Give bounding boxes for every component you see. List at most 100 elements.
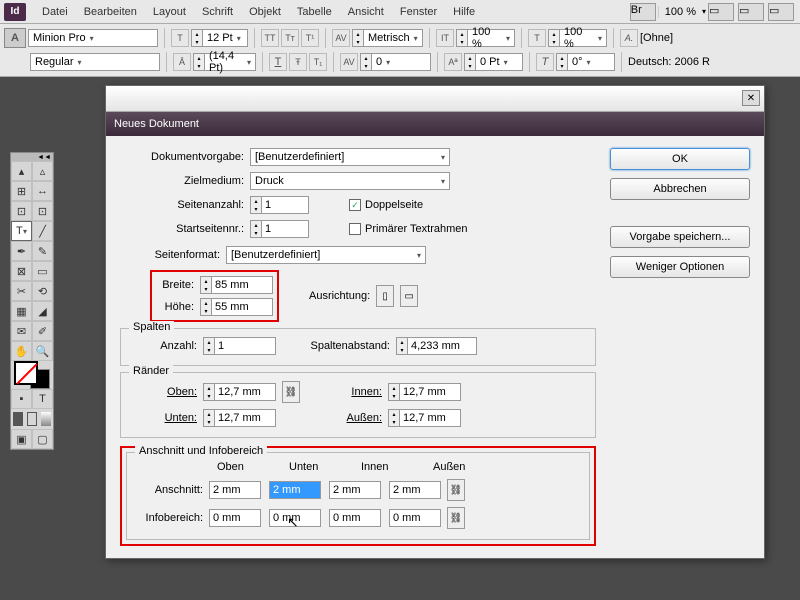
- scissors-tool[interactable]: ✂: [11, 281, 32, 301]
- bridge-button[interactable]: Br: [630, 3, 656, 21]
- slug-outside-input[interactable]: 0 mm: [389, 509, 441, 527]
- hscale-input[interactable]: 100 %: [559, 29, 607, 47]
- slug-inside-input[interactable]: 0 mm: [329, 509, 381, 527]
- apply-color-icon[interactable]: ▪: [11, 389, 32, 409]
- type-tool[interactable]: T: [11, 221, 32, 241]
- zoom-tool[interactable]: 🔍: [32, 341, 53, 361]
- intent-label: Zielmedium:: [120, 175, 250, 187]
- fewer-options-button[interactable]: Weniger Optionen: [610, 256, 750, 278]
- menu-bar: Id Datei Bearbeiten Layout Schrift Objek…: [0, 0, 800, 24]
- fill-stroke-swatch[interactable]: [11, 361, 53, 389]
- gradient-swatch-tool[interactable]: ▦: [11, 301, 32, 321]
- eyedropper-tool[interactable]: ✐: [32, 321, 53, 341]
- vscale-input[interactable]: 100 %: [467, 29, 515, 47]
- height-input[interactable]: 55 mm: [211, 298, 273, 316]
- bleed-top-input[interactable]: 2 mm: [209, 481, 261, 499]
- bleed-bottom-input[interactable]: 2 mm: [269, 481, 321, 499]
- pen-tool[interactable]: ✒: [11, 241, 32, 261]
- startpage-input[interactable]: 1: [261, 220, 309, 238]
- smallcaps-icon[interactable]: Tᴛ: [281, 29, 299, 47]
- cancel-button[interactable]: Abbrechen: [610, 178, 750, 200]
- menu-ansicht[interactable]: Ansicht: [340, 6, 392, 18]
- margin-inside-input[interactable]: 12,7 mm: [399, 383, 461, 401]
- strike-icon[interactable]: Ŧ: [289, 53, 307, 71]
- leading-icon: Ā: [173, 53, 191, 71]
- facing-pages-checkbox[interactable]: ✓: [349, 199, 361, 211]
- subscript-icon[interactable]: T₁: [309, 53, 327, 71]
- screen-mode-preview[interactable]: ▢: [32, 429, 53, 449]
- ok-button[interactable]: OK: [610, 148, 750, 170]
- arrange-icon[interactable]: ▭: [768, 3, 794, 21]
- gradient-feather-tool[interactable]: ◢: [32, 301, 53, 321]
- intent-dropdown[interactable]: Druck: [250, 172, 450, 190]
- gap-tool[interactable]: ↔: [32, 181, 53, 201]
- width-input[interactable]: 85 mm: [211, 276, 273, 294]
- allcaps-icon[interactable]: TT: [261, 29, 279, 47]
- tracking-input[interactable]: 0: [371, 53, 431, 71]
- charstyle-icon: A.: [620, 29, 638, 47]
- screen-mode-normal[interactable]: ▣: [11, 429, 32, 449]
- char-format-icon[interactable]: A: [4, 28, 26, 48]
- screen-mode-icon[interactable]: ▭: [738, 3, 764, 21]
- view-options-icon[interactable]: ▭: [708, 3, 734, 21]
- note-tool[interactable]: ✉: [11, 321, 32, 341]
- font-style-dropdown[interactable]: Regular: [30, 53, 160, 71]
- save-preset-button[interactable]: Vorgabe speichern...: [610, 226, 750, 248]
- margins-link-icon[interactable]: ⛓: [282, 381, 300, 403]
- menu-bearbeiten[interactable]: Bearbeiten: [76, 6, 145, 18]
- pages-input[interactable]: 1: [261, 196, 309, 214]
- close-icon[interactable]: ✕: [742, 90, 760, 106]
- bleed-link-icon[interactable]: ⛓: [447, 479, 465, 501]
- bleed-inside-input[interactable]: 2 mm: [329, 481, 381, 499]
- direct-selection-tool[interactable]: ▵: [32, 161, 53, 181]
- panel-collapse-icon[interactable]: ◄◄: [11, 153, 53, 161]
- colcount-input[interactable]: 1: [214, 337, 276, 355]
- font-family-dropdown[interactable]: Minion Pro: [28, 29, 158, 47]
- menu-fenster[interactable]: Fenster: [392, 6, 445, 18]
- skew-input[interactable]: 0°: [567, 53, 615, 71]
- baseline-icon: Aª: [444, 53, 462, 71]
- margin-outside-input[interactable]: 12,7 mm: [399, 409, 461, 427]
- bleed-outside-input[interactable]: 2 mm: [389, 481, 441, 499]
- margin-top-input[interactable]: 12,7 mm: [214, 383, 276, 401]
- content-placer-tool[interactable]: ⊡: [32, 201, 53, 221]
- primary-textframe-checkbox[interactable]: [349, 223, 361, 235]
- colcount-label: Anzahl:: [131, 340, 203, 352]
- baseline-input[interactable]: 0 Pt: [475, 53, 523, 71]
- pagesize-dropdown[interactable]: [Benutzerdefiniert]: [226, 246, 426, 264]
- menu-hilfe[interactable]: Hilfe: [445, 6, 483, 18]
- free-transform-tool[interactable]: ⟲: [32, 281, 53, 301]
- underline-icon[interactable]: T: [269, 53, 287, 71]
- apply-to-text-icon[interactable]: T: [32, 389, 53, 409]
- charstyle-value: [Ohne]: [640, 32, 673, 44]
- leading-input[interactable]: (14,4 Pt): [204, 53, 256, 71]
- view-mode-buttons[interactable]: [11, 409, 53, 429]
- slug-link-icon[interactable]: ⛓: [447, 507, 465, 529]
- font-size-input[interactable]: 12 Pt: [202, 29, 248, 47]
- margin-bottom-input[interactable]: 12,7 mm: [214, 409, 276, 427]
- selection-tool[interactable]: ▴: [11, 161, 32, 181]
- content-collector-tool[interactable]: ⊡: [11, 201, 32, 221]
- zoom-level[interactable]: 100 %: [658, 6, 702, 18]
- pagesize-label: Seitenformat:: [120, 249, 226, 261]
- rectangle-tool[interactable]: ▭: [32, 261, 53, 281]
- menu-objekt[interactable]: Objekt: [241, 6, 289, 18]
- margins-legend: Ränder: [129, 365, 173, 377]
- pencil-tool[interactable]: ✎: [32, 241, 53, 261]
- superscript-icon[interactable]: T¹: [301, 29, 319, 47]
- line-tool[interactable]: ╱: [32, 221, 53, 241]
- cursor-icon: ↖: [287, 514, 299, 531]
- menu-schrift[interactable]: Schrift: [194, 6, 241, 18]
- page-tool[interactable]: ⊞: [11, 181, 32, 201]
- menu-layout[interactable]: Layout: [145, 6, 194, 18]
- orientation-landscape-icon[interactable]: ▭: [400, 285, 418, 307]
- orientation-portrait-icon[interactable]: ▯: [376, 285, 394, 307]
- menu-tabelle[interactable]: Tabelle: [289, 6, 340, 18]
- gutter-input[interactable]: 4,233 mm: [407, 337, 477, 355]
- menu-datei[interactable]: Datei: [34, 6, 76, 18]
- rectangle-frame-tool[interactable]: ⊠: [11, 261, 32, 281]
- kerning-input[interactable]: Metrisch: [363, 29, 423, 47]
- slug-top-input[interactable]: 0 mm: [209, 509, 261, 527]
- preset-dropdown[interactable]: [Benutzerdefiniert]: [250, 148, 450, 166]
- hand-tool[interactable]: ✋: [11, 341, 32, 361]
